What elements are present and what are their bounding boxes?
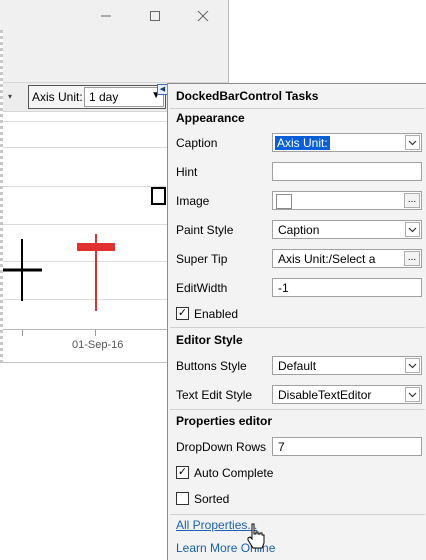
separator [170,108,425,109]
docked-bar-control-tasks-panel: DockedBarControl Tasks Appearance Captio… [167,83,426,560]
close-icon[interactable] [193,6,213,26]
image-browse-button[interactable]: ... [404,193,420,208]
image-preview [276,194,292,209]
image-label: Image [176,194,210,208]
super-tip-value: Axis Unit:/Select a [278,252,376,266]
x-tick [95,330,96,336]
torn-edge [0,30,3,362]
super-tip-label: Super Tip [176,252,228,266]
panel-title: DockedBarControl Tasks [176,89,319,103]
axis-unit-value: 1 day [89,90,119,104]
text-edit-style-label: Text Edit Style [176,388,253,402]
axis-unit-item[interactable]: Axis Unit: 1 day ▼ [28,85,166,109]
chevron-down-icon[interactable] [405,387,420,402]
title-bar [0,0,228,34]
maximize-icon[interactable] [145,6,165,26]
hint-field[interactable] [272,162,422,181]
enabled-label: Enabled [194,307,239,321]
section-editor-style: Editor Style [176,333,243,347]
chevron-down-icon[interactable] [405,135,420,150]
axis-unit-combo[interactable]: 1 day ▼ [84,87,164,107]
section-properties-editor: Properties editor [176,414,273,428]
super-tip-browse-button[interactable]: ... [404,251,420,266]
auto-complete-label: Auto Complete [194,466,274,480]
selection-marker[interactable] [151,187,166,205]
hint-label: Hint [176,165,198,179]
text-edit-style-value: DisableTextEditor [278,388,372,402]
caption-label: Caption [176,136,218,150]
sorted-label: Sorted [194,492,230,506]
paint-style-label: Paint Style [176,223,234,237]
bar-grip-icon[interactable]: ▾ [8,92,12,101]
minimize-icon[interactable] [96,6,116,26]
caption-value: Axis Unit: [275,136,330,150]
edit-width-field[interactable]: -1 [272,278,422,297]
x-tick-label: 01-Sep-16 [72,339,124,351]
axis-unit-label: Axis Unit: [32,90,83,104]
buttons-style-label: Buttons Style [176,359,247,373]
dropdown-rows-label: DropDown Rows [176,440,267,454]
sorted-checkbox[interactable] [176,492,189,505]
separator [170,327,425,328]
chevron-down-icon[interactable] [405,222,420,237]
auto-complete-checkbox[interactable]: ✓ [176,466,189,479]
hand-cursor-icon [247,523,265,549]
edit-width-label: EditWidth [176,281,228,295]
dropdown-rows-field[interactable]: 7 [272,437,422,456]
enabled-checkbox[interactable]: ✓ [176,307,189,320]
ribbon-area [0,34,228,82]
dropdown-rows-value: 7 [278,440,285,454]
buttons-style-field[interactable]: Default [272,356,422,375]
separator [170,514,425,515]
section-appearance: Appearance [176,111,245,125]
edit-width-value: -1 [278,281,289,295]
buttons-style-value: Default [278,359,317,373]
paint-style-value: Caption [278,223,320,237]
candle-body-red [77,243,115,251]
caption-field[interactable]: Axis Unit: [272,133,422,152]
x-tick [22,330,23,336]
image-field[interactable]: ... [272,191,422,210]
chevron-down-icon[interactable] [405,358,420,373]
paint-style-field[interactable]: Caption [272,220,422,239]
text-edit-style-field[interactable]: DisableTextEditor [272,385,422,404]
separator [170,409,425,410]
super-tip-field[interactable]: Axis Unit:/Select a ... [272,249,422,268]
